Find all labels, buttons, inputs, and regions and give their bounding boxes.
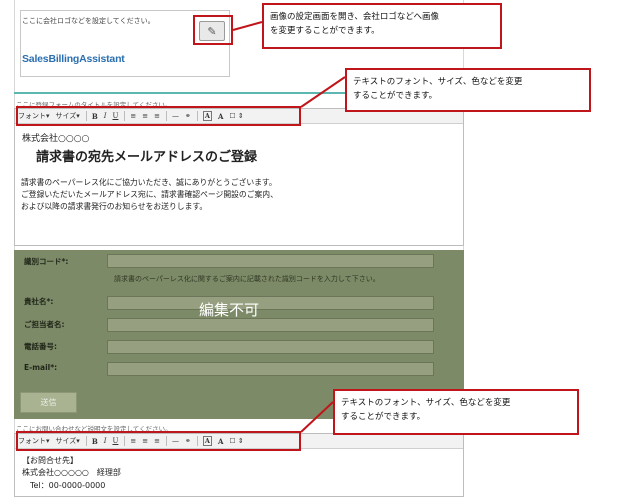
intro-text: 請求書のペーパーレス化にご協力いただき、誠にありがとうございます。 ご登録いただ… (21, 177, 278, 213)
phone-input (107, 340, 434, 354)
callout-line: テキストのフォント、サイズ、色などを変更 (341, 398, 511, 408)
callout-line: することができます。 (353, 91, 438, 101)
company-input (107, 296, 434, 310)
callout-line: を変更することができます。 (270, 26, 380, 36)
callout-line: することができます。 (341, 412, 426, 422)
logo-hint: ここに会社ロゴなどを設定してください。 (22, 17, 155, 25)
form-title: 請求書の宛先メールアドレスのご登録 (36, 150, 258, 165)
toolbar-highlight-bottom (16, 431, 301, 451)
contact-company: 株式会社○○○○○ 経理部 (22, 468, 121, 477)
phone-label: 電話番号: (24, 342, 57, 351)
callout-font-bottom: テキストのフォント、サイズ、色などを変更 することができます。 (333, 389, 579, 435)
contact-tel: Tel：00-0000-0000 (30, 481, 106, 490)
intro-line: 請求書のペーパーレス化にご協力いただき、誠にありがとうございます。 (21, 178, 277, 187)
person-label: ご担当者名: (24, 320, 65, 329)
code-hint: 請求書のペーパーレス化に関するご案内に記載された識別コードを入力して下さい。 (114, 275, 380, 283)
contact-heading: 【お問合せ先】 (22, 456, 78, 465)
person-input (107, 318, 434, 332)
code-label: 識別コード*: (24, 257, 69, 266)
not-editable-label: 編集不可 (199, 301, 260, 319)
callout-logo: 画像の設定画面を開き、会社ロゴなどへ画像 を変更することができます。 (262, 3, 502, 49)
intro-line: ご登録いただいたメールアドレス宛に、請求書確認ページ開設のご案内、 (21, 190, 278, 199)
toolbar-highlight-top (16, 106, 301, 126)
callout-line: 画像の設定画面を開き、会社ロゴなどへ画像 (270, 12, 439, 22)
submit-button: 送信 (20, 392, 77, 413)
pencil-highlight (193, 15, 233, 45)
company-logo: SalesBillingAssistant (22, 53, 125, 65)
email-input (107, 362, 434, 376)
company-name-text: 株式会社○○○○ (22, 134, 90, 144)
callout-font-top: テキストのフォント、サイズ、色などを変更 することができます。 (345, 68, 591, 112)
intro-line: および以降の請求書発行のお知らせをお送りします。 (21, 202, 208, 211)
email-label: E-mail*: (24, 363, 58, 372)
code-input (107, 254, 434, 268)
company-label: 貴社名*: (24, 297, 54, 306)
callout-line: テキストのフォント、サイズ、色などを変更 (353, 77, 523, 87)
